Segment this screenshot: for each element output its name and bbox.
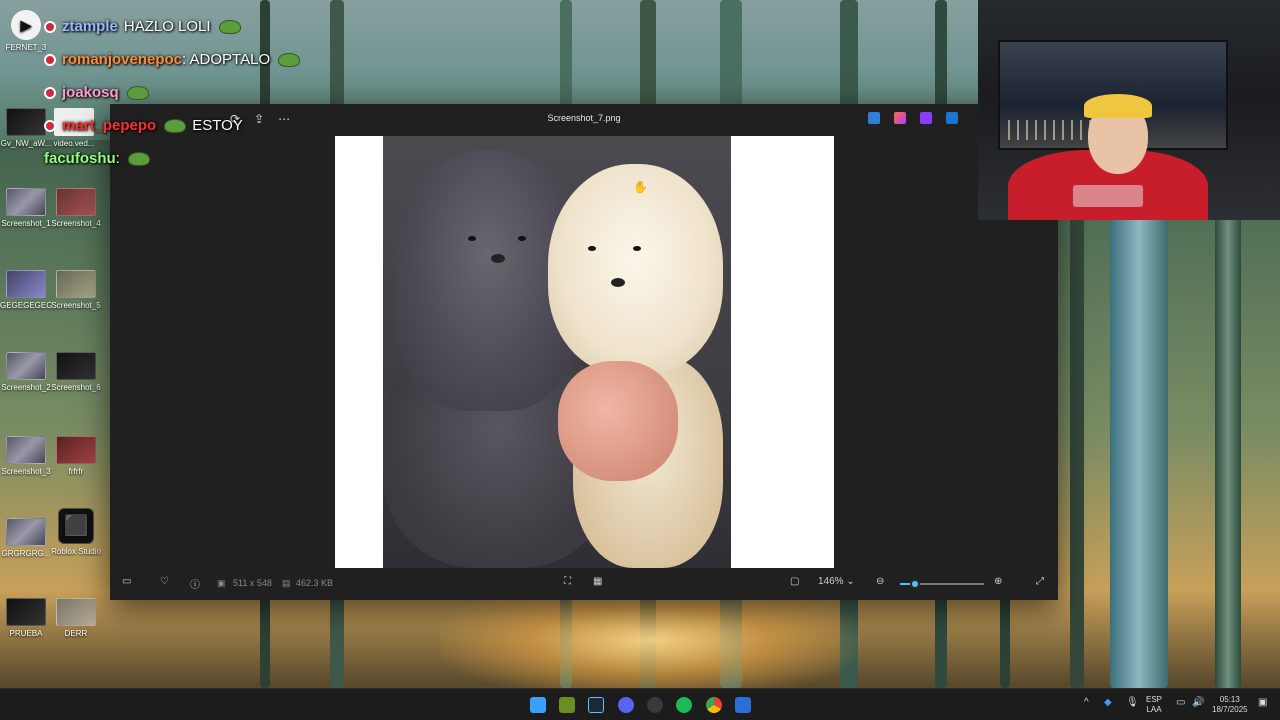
network-icon[interactable]: ▭ [1176,698,1185,708]
photos-app-icon[interactable] [735,697,751,713]
security-shield-icon[interactable]: ◆ [1104,698,1112,708]
pepe-emote-icon [278,52,301,67]
pepe-emote-icon [218,19,241,34]
file-size-icon: ▤ [282,578,291,588]
zoom-slider[interactable] [900,579,984,589]
file-explorer-icon[interactable] [559,697,575,713]
chat-username: mart_pepepo [62,117,157,134]
desktop-icon-label: Screenshot_5 [51,301,101,310]
desktop-icon-gegegegeg[interactable]: GEGEGEGEG [0,270,52,310]
viewer-bottom-bar: ▭ ♡ ⓘ ▣ 511 x 548 ▤ 462.3 KB ⛶ ▦ ▢ 146% … [110,568,1058,600]
desktop-icon-label: PRUEBA [9,629,43,638]
chat-username: ztample [62,18,118,35]
pepe-emote-icon [126,85,149,100]
desktop-icon-label: GEGEGEGEG [0,301,53,310]
clock-date: 18/7/2025 [1212,705,1248,714]
image-dimensions: 511 x 548 [233,578,272,588]
desktop-icon-label: Screenshot_4 [51,219,101,228]
spotify-icon[interactable] [676,697,692,713]
zoom-percentage: 146% [818,576,844,587]
volume-icon[interactable]: 🔊 [1192,698,1204,708]
zoom-slider-thumb[interactable] [910,579,921,589]
photos-viewer-window: ⟳ ⇪ ⋯ Screenshot_7.png ✋ ▭ ♡ ⓘ ▣ 511 x 5… [110,104,1058,600]
obs-icon[interactable] [647,697,663,713]
puppies-photo: ✋ [383,136,731,568]
desktop-icon-label: DERR [64,629,88,638]
desktop-icon-label: Screenshot_3 [1,467,51,476]
desktop-icon-screenshot-1[interactable]: Screenshot_1 [0,188,52,228]
chat-text: ESTOY [192,117,243,134]
chat-text: : ADOPTALO [182,51,271,68]
hand-cursor-icon: ✋ [633,180,648,194]
clock[interactable]: 05:13 18/7/2025 [1212,695,1248,715]
badge-icon [44,53,56,66]
favorite-heart-icon[interactable]: ♡ [160,576,169,587]
edit-app-icon[interactable] [868,112,880,124]
microphone-icon[interactable]: 🎙 [1126,698,1139,708]
chat-text: : [115,150,120,167]
zoom-out-icon[interactable]: ⊖ [876,576,884,587]
chat-username: facufoshu [44,150,116,167]
desktop-icon-screenshot-3[interactable]: Screenshot_3 [0,436,52,476]
chat-message: mart_pepepo ESTOY [44,109,374,142]
desktop-icon-label: frfrfr [68,467,84,476]
show-hidden-icons-icon[interactable]: ^ [1084,698,1089,708]
stream-chat-overlay: ztample HAZLO LOLI romanjovenepoc : ADOP… [44,10,374,175]
chat-message: joakosq [44,76,374,109]
desktop-icon-screenshot-4[interactable]: Screenshot_4 [50,188,102,228]
file-size: 462.3 KB [296,578,334,588]
desktop-icon-frfrfr[interactable]: frfrfr [50,436,102,476]
image-canvas[interactable]: ✋ [335,136,834,568]
webcam-overlay [978,0,1280,220]
steam-icon[interactable] [588,697,604,713]
badge-icon [44,20,56,33]
play-icon: ▶ [11,10,41,40]
taskbar: ^ ◆ 🎙 ESP LAA ▭ 🔊 05:13 18/7/2025 ▣ [0,688,1280,720]
desktop-icon-label: GRGRGRG... [1,549,51,558]
desktop-icon-derr[interactable]: DERR [50,598,102,638]
start-windows-icon[interactable] [530,697,546,713]
focus-crop-icon[interactable]: ⛶ [564,576,571,587]
chat-message: ztample HAZLO LOLI [44,10,374,43]
dimensions-icon: ▣ [217,578,226,588]
chat-message: facufoshu : [44,142,374,175]
desktop-icon-prueba[interactable]: PRUEBA [0,598,52,638]
chat-message: romanjovenepoc : ADOPTALO [44,43,374,76]
desktop-icon-screenshot-2[interactable]: Screenshot_2 [0,352,52,392]
desktop-icon-label: Screenshot_6 [51,383,101,392]
desktop-icon-label: Screenshot_1 [1,219,51,228]
filmstrip-icon[interactable]: ▭ [122,576,131,587]
onedrive-icon[interactable] [946,112,958,124]
language-code: ESP [1146,695,1163,704]
keyboard-layout: LAA [1146,705,1162,714]
roblox-studio-icon: ⬛ [58,508,94,544]
clock-time: 05:13 [1219,695,1240,704]
desktop-icon-screenshot-6[interactable]: Screenshot_6 [50,352,102,392]
pepe-emote-icon [127,151,150,166]
zoom-in-icon[interactable]: ⊕ [994,576,1002,587]
chrome-icon[interactable] [706,697,722,713]
desktop-icon-label: Screenshot_2 [1,383,51,392]
fullscreen-icon[interactable]: ⤢ [1036,576,1044,587]
discord-icon[interactable] [618,697,634,713]
paint-app-icon[interactable] [894,112,906,124]
desktop-icon-grgrgrg[interactable]: GRGRGRG... [0,518,52,558]
chat-username: romanjovenepoc [62,51,183,68]
desktop-icon-roblox-studio[interactable]: ⬛ Roblox Studio [50,508,102,556]
desktop-icon-label: Roblox Studio [51,547,101,556]
chat-username: joakosq [62,84,119,101]
scan-text-icon[interactable]: ▦ [593,576,602,587]
language-indicator[interactable]: ESP LAA [1146,695,1162,715]
badge-icon [44,86,56,99]
zoom-dropdown[interactable]: 146% ⌄ [818,576,855,587]
pepe-emote-icon [164,118,187,133]
chat-text: HAZLO LOLI [123,18,211,35]
fit-window-icon[interactable]: ▢ [790,576,799,587]
clipchamp-app-icon[interactable] [920,112,932,124]
info-icon[interactable]: ⓘ [190,576,200,591]
badge-icon [44,119,56,132]
desktop-icon-screenshot-5[interactable]: Screenshot_5 [50,270,102,310]
desktop-icon-label: FERNET_3 [5,43,47,52]
notifications-icon[interactable]: ▣ [1258,698,1267,708]
